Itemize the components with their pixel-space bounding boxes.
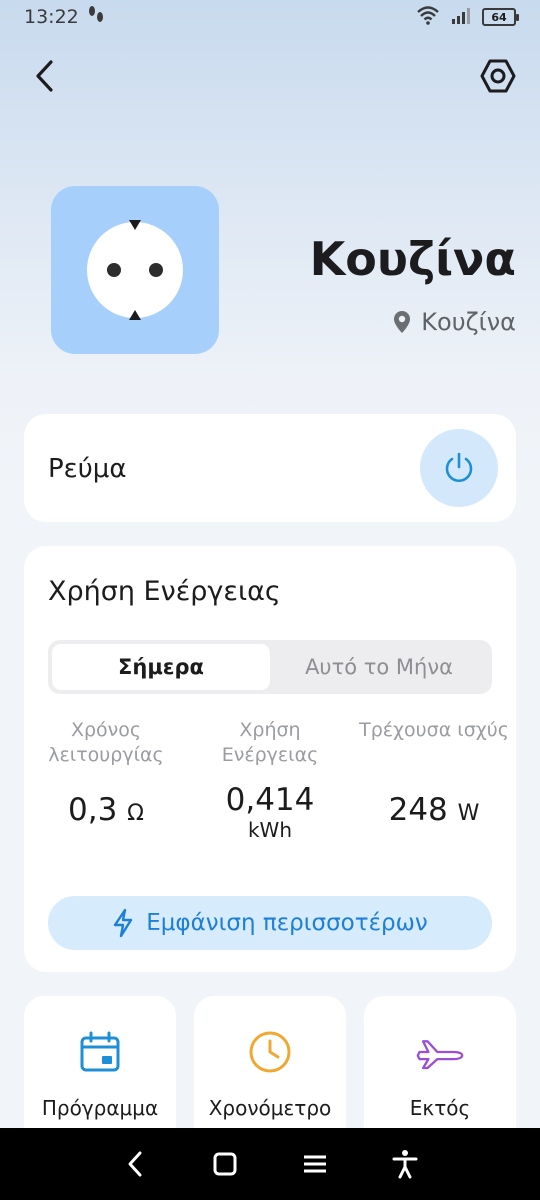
stat-unit: Ω [127,801,144,826]
status-icons: 64 [416,5,519,30]
chevron-left-icon [36,60,53,92]
battery-icon: 64 [482,8,519,26]
stat-value-row: 0,414 kWh [188,782,352,842]
gear-hex-icon [480,59,516,93]
away-label: Εκτός [409,1096,471,1120]
calendar-icon [76,1028,124,1076]
status-time: 13:22 [24,6,79,28]
stat-value: 248 [388,792,448,828]
tab-this-month[interactable]: Αυτό το Μήνα [270,644,488,690]
power-label: Ρεύμα [48,454,127,484]
location-label: Κουζίνα [421,308,516,336]
stat-value: 0,3 [68,792,118,828]
stat-unit: kWh [247,818,293,842]
timer-label: Χρονόμετρο [208,1096,332,1120]
stat-label: Χρόνος λειτουργίας [48,719,164,766]
timer-card[interactable]: Χρονόμετρο [194,996,346,1146]
accessibility-button[interactable] [383,1142,427,1186]
battery-level: 64 [491,10,507,24]
stat-value-row: 0,3 Ω [24,792,188,832]
device-name: Κουζίνα [309,232,516,286]
stat-value-row: 248 W [352,792,516,832]
stat-unit: W [457,801,480,826]
settings-button[interactable] [478,56,518,96]
energy-stats: Χρόνος λειτουργίας 0,3 Ω Χρήση Ενέργειας… [24,718,516,842]
stat-runtime: Χρόνος λειτουργίας 0,3 Ω [24,718,188,842]
back-arrow-icon [128,1151,142,1177]
lightning-icon [114,908,133,938]
power-socket-icon [87,220,183,320]
timer-icon [246,1028,294,1076]
accessibility-icon [392,1150,418,1179]
wifi-icon [416,5,440,30]
away-card[interactable]: Εκτός [364,996,516,1146]
stat-label: Τρέχουσα ισχύς [359,719,509,741]
stat-value: 0,414 [225,782,315,818]
quick-actions: Πρόγραμμα Χρονόμετρο Εκτός [24,996,516,1146]
power-icon [445,452,473,482]
stat-current-power: Τρέχουσα ισχύς 248 W [352,718,516,842]
power-toggle-button[interactable] [420,429,498,507]
location-pin-icon [394,311,411,333]
system-nav-bar [0,1128,540,1200]
power-card: Ρεύμα [24,414,516,522]
system-menu-button[interactable] [293,1142,337,1186]
back-button[interactable] [24,54,64,98]
menu-icon [304,1155,326,1173]
stat-energy-usage: Χρήση Ενέργειας 0,414 kWh [188,718,352,842]
period-segmented-control: Σήμερα Αυτό το Μήνα [48,640,492,694]
top-nav [0,52,540,100]
schedule-card[interactable]: Πρόγραμμα [24,996,176,1146]
airplane-icon [416,1028,464,1076]
signal-icon [450,5,472,30]
home-square-icon [213,1152,237,1176]
show-more-button[interactable]: Εμφάνιση περισσοτέρων [48,896,492,950]
tab-today[interactable]: Σήμερα [52,644,270,690]
steps-icon [87,5,105,30]
stat-label: Χρήση Ενέργειας [221,719,319,766]
system-back-button[interactable] [113,1142,157,1186]
show-more-label: Εμφάνιση περισσοτέρων [146,910,428,936]
energy-usage-card: Χρήση Ενέργειας Σήμερα Αυτό το Μήνα Χρόν… [24,546,516,972]
device-location: Κουζίνα [393,308,516,336]
system-home-button[interactable] [203,1142,247,1186]
schedule-label: Πρόγραμμα [41,1096,159,1120]
energy-title: Χρήση Ενέργειας [48,576,281,607]
status-bar: 13:22 64 [0,0,540,34]
device-tile [51,186,219,354]
